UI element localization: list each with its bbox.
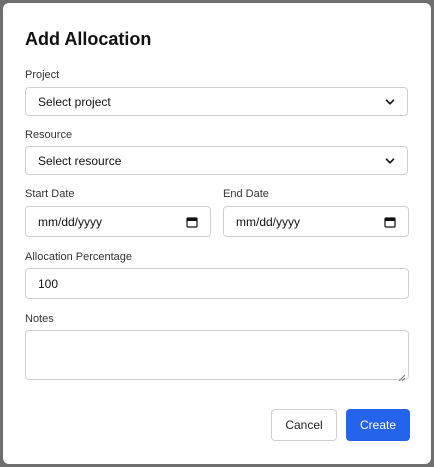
end-date-value: mm/dd/yyyy <box>236 214 301 229</box>
cancel-button[interactable]: Cancel <box>271 409 337 441</box>
add-allocation-dialog: Add Allocation Project Select project Re… <box>3 3 431 464</box>
resize-handle-icon[interactable] <box>398 369 406 382</box>
chevron-down-icon <box>385 156 395 166</box>
chevron-down-icon <box>385 97 395 107</box>
calendar-icon[interactable] <box>186 216 198 228</box>
start-date-label: Start Date <box>25 188 75 200</box>
create-button[interactable]: Create <box>346 409 410 441</box>
calendar-icon[interactable] <box>384 216 396 228</box>
start-date-value: mm/dd/yyyy <box>38 214 103 229</box>
start-date-input[interactable]: mm/dd/yyyy <box>25 206 211 237</box>
end-date-label: End Date <box>223 188 269 200</box>
allocation-percentage-value: 100 <box>38 276 59 291</box>
project-select[interactable]: Select project <box>25 87 408 116</box>
allocation-percentage-input[interactable]: 100 <box>25 268 409 299</box>
notes-textarea[interactable] <box>25 330 409 382</box>
resource-select-value: Select resource <box>38 153 122 168</box>
project-select-value: Select project <box>38 94 111 109</box>
resource-label: Resource <box>25 129 73 141</box>
allocation-percentage-label: Allocation Percentage <box>25 251 133 263</box>
notes-label: Notes <box>25 313 54 325</box>
end-date-input[interactable]: mm/dd/yyyy <box>223 206 409 237</box>
resource-select[interactable]: Select resource <box>25 146 408 175</box>
dialog-title: Add Allocation <box>25 29 152 49</box>
project-label: Project <box>25 69 60 81</box>
